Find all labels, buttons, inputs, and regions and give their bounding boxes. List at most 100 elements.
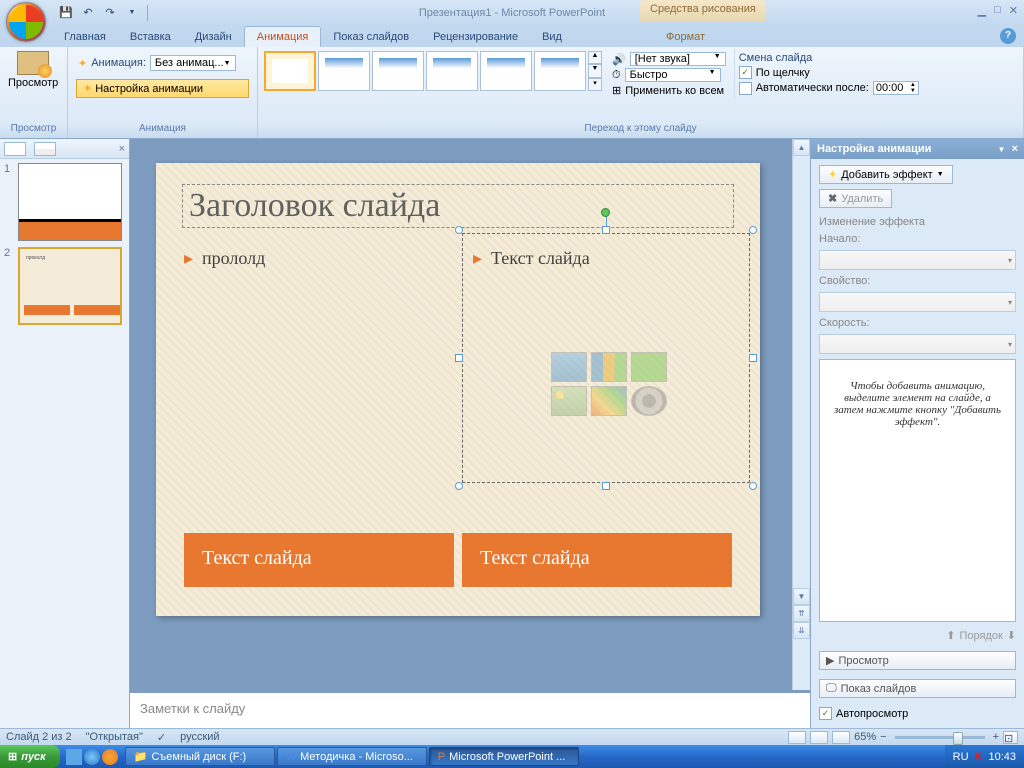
auto-after-checkbox[interactable]: [739, 82, 752, 95]
resize-handle[interactable]: [749, 226, 757, 234]
bullet-item[interactable]: Текст слайда: [473, 248, 749, 269]
gallery-more-icon[interactable]: ▾: [588, 78, 602, 91]
zoom-slider[interactable]: [895, 736, 985, 739]
transition-item[interactable]: [318, 51, 370, 91]
next-slide-icon[interactable]: ⇊: [793, 622, 810, 639]
panel-close-icon[interactable]: ×: [119, 143, 125, 155]
tab-animation[interactable]: Анимация: [244, 26, 322, 47]
reorder-up-icon: ⬆: [946, 629, 955, 642]
notes-pane[interactable]: Заметки к слайду: [130, 690, 810, 728]
autopreview-label: Автопросмотр: [836, 708, 908, 720]
vertical-scrollbar[interactable]: ▲ ▼ ⇈ ⇊: [792, 139, 810, 690]
sorter-view-icon[interactable]: [810, 731, 828, 744]
tray-lang[interactable]: RU: [953, 751, 969, 763]
language-status[interactable]: русский: [180, 731, 219, 743]
tab-format[interactable]: Формат: [654, 27, 717, 47]
normal-view-icon[interactable]: [788, 731, 806, 744]
scroll-up-icon[interactable]: ▲: [793, 139, 810, 156]
resize-handle[interactable]: [602, 482, 610, 490]
resize-handle[interactable]: [749, 354, 757, 362]
resize-handle[interactable]: [455, 354, 463, 362]
apply-all-button[interactable]: ⊞ Применить ко всем: [612, 83, 726, 98]
add-effect-button[interactable]: ✦ Добавить эффект ▼: [819, 165, 953, 184]
ql-desktop-icon[interactable]: [66, 749, 82, 765]
tab-view[interactable]: Вид: [530, 27, 574, 47]
spellcheck-icon[interactable]: ✓: [157, 731, 166, 744]
slide-canvas[interactable]: Заголовок слайда прололд Текст слайда: [156, 163, 760, 616]
content-right-placeholder[interactable]: Текст слайда: [462, 233, 750, 483]
transition-gallery[interactable]: ▲ ▼ ▾: [262, 49, 604, 93]
zoom-in-icon[interactable]: +: [993, 731, 999, 743]
play-button[interactable]: ▶Просмотр: [819, 651, 1016, 670]
insert-chart-icon[interactable]: [591, 352, 627, 382]
prev-slide-icon[interactable]: ⇈: [793, 605, 810, 622]
animation-settings-button[interactable]: ✦ Настройка анимации: [76, 79, 249, 98]
tab-insert[interactable]: Вставка: [118, 27, 183, 47]
powerpoint-icon: P: [438, 751, 445, 763]
zoom-value[interactable]: 65%: [854, 731, 876, 743]
taskbar-task-active[interactable]: PMicrosoft PowerPoint ...: [429, 747, 579, 766]
insert-clipart-icon[interactable]: [591, 386, 627, 416]
transition-item[interactable]: [372, 51, 424, 91]
tab-design[interactable]: Дизайн: [183, 27, 244, 47]
bullet-item[interactable]: прололд: [184, 248, 454, 269]
qat-dropdown-icon[interactable]: ▼: [122, 3, 142, 23]
start-label: Начало:: [819, 233, 1016, 245]
taskbar-task[interactable]: 📁Съемный диск (F:): [125, 747, 275, 766]
content-left-placeholder[interactable]: прололд: [184, 248, 454, 269]
tab-slideshow[interactable]: Показ слайдов: [321, 27, 421, 47]
gallery-up-icon[interactable]: ▲: [588, 51, 602, 64]
on-click-checkbox[interactable]: ✓: [739, 66, 752, 79]
ql-ie-icon[interactable]: [84, 749, 100, 765]
tray-kaspersky-icon[interactable]: K: [975, 751, 983, 763]
transition-item[interactable]: [534, 51, 586, 91]
slide-title-placeholder[interactable]: Заголовок слайда: [182, 184, 734, 228]
close-icon[interactable]: ✕: [1009, 4, 1018, 17]
resize-handle[interactable]: [749, 482, 757, 490]
insert-picture-icon[interactable]: [551, 386, 587, 416]
office-button[interactable]: [6, 2, 46, 42]
insert-table-icon[interactable]: [551, 352, 587, 382]
autopreview-checkbox[interactable]: ✓: [819, 707, 832, 720]
help-icon[interactable]: ?: [1000, 28, 1016, 44]
slides-tab[interactable]: [4, 142, 26, 156]
transition-item[interactable]: [426, 51, 478, 91]
start-button[interactable]: ⊞ пуск: [0, 745, 60, 768]
sound-combo[interactable]: [Нет звука]▼: [630, 52, 726, 66]
minimize-icon[interactable]: ▁: [978, 4, 986, 17]
restore-icon[interactable]: □: [994, 4, 1001, 17]
transition-item[interactable]: [480, 51, 532, 91]
gallery-down-icon[interactable]: ▼: [588, 64, 602, 77]
sound-icon: 🔊: [612, 53, 626, 66]
undo-icon[interactable]: ↶: [78, 3, 98, 23]
resize-handle[interactable]: [455, 482, 463, 490]
text-box-right[interactable]: Текст слайда: [462, 533, 732, 587]
text-box-left[interactable]: Текст слайда: [184, 533, 454, 587]
slide-thumbnail-1[interactable]: [18, 163, 122, 241]
insert-smartart-icon[interactable]: [631, 352, 667, 382]
tab-home[interactable]: Главная: [52, 27, 118, 47]
speed-combo[interactable]: Быстро▼: [625, 68, 721, 82]
save-icon[interactable]: 💾: [56, 3, 76, 23]
ql-media-icon[interactable]: [102, 749, 118, 765]
taskbar-task[interactable]: WМетодичка - Microso...: [277, 747, 427, 766]
pane-dropdown-icon[interactable]: ▼: [998, 145, 1006, 154]
slideshow-button[interactable]: 🖵Показ слайдов: [819, 679, 1016, 698]
canvas-area[interactable]: Заголовок слайда прололд Текст слайда: [130, 139, 810, 728]
tray-clock[interactable]: 10:43: [988, 751, 1016, 763]
insert-media-icon[interactable]: [631, 386, 667, 416]
slideshow-view-icon[interactable]: [832, 731, 850, 744]
transition-none[interactable]: [264, 51, 316, 91]
pane-close-icon[interactable]: ×: [1012, 143, 1018, 155]
tab-review[interactable]: Рецензирование: [421, 27, 530, 47]
outline-tab[interactable]: [34, 142, 56, 156]
fit-window-icon[interactable]: ⊡: [1003, 731, 1018, 744]
contextual-tab-title: Средства рисования: [640, 0, 766, 21]
zoom-out-icon[interactable]: −: [880, 731, 886, 743]
slide-thumbnail-2[interactable]: проколд: [18, 247, 122, 325]
auto-after-time[interactable]: 00:00▲▼: [873, 81, 919, 95]
preview-button[interactable]: Просмотр: [4, 49, 62, 91]
animation-combo[interactable]: Без анимац...▼: [150, 55, 236, 71]
redo-icon[interactable]: ↷: [100, 3, 120, 23]
scroll-down-icon[interactable]: ▼: [793, 588, 810, 605]
